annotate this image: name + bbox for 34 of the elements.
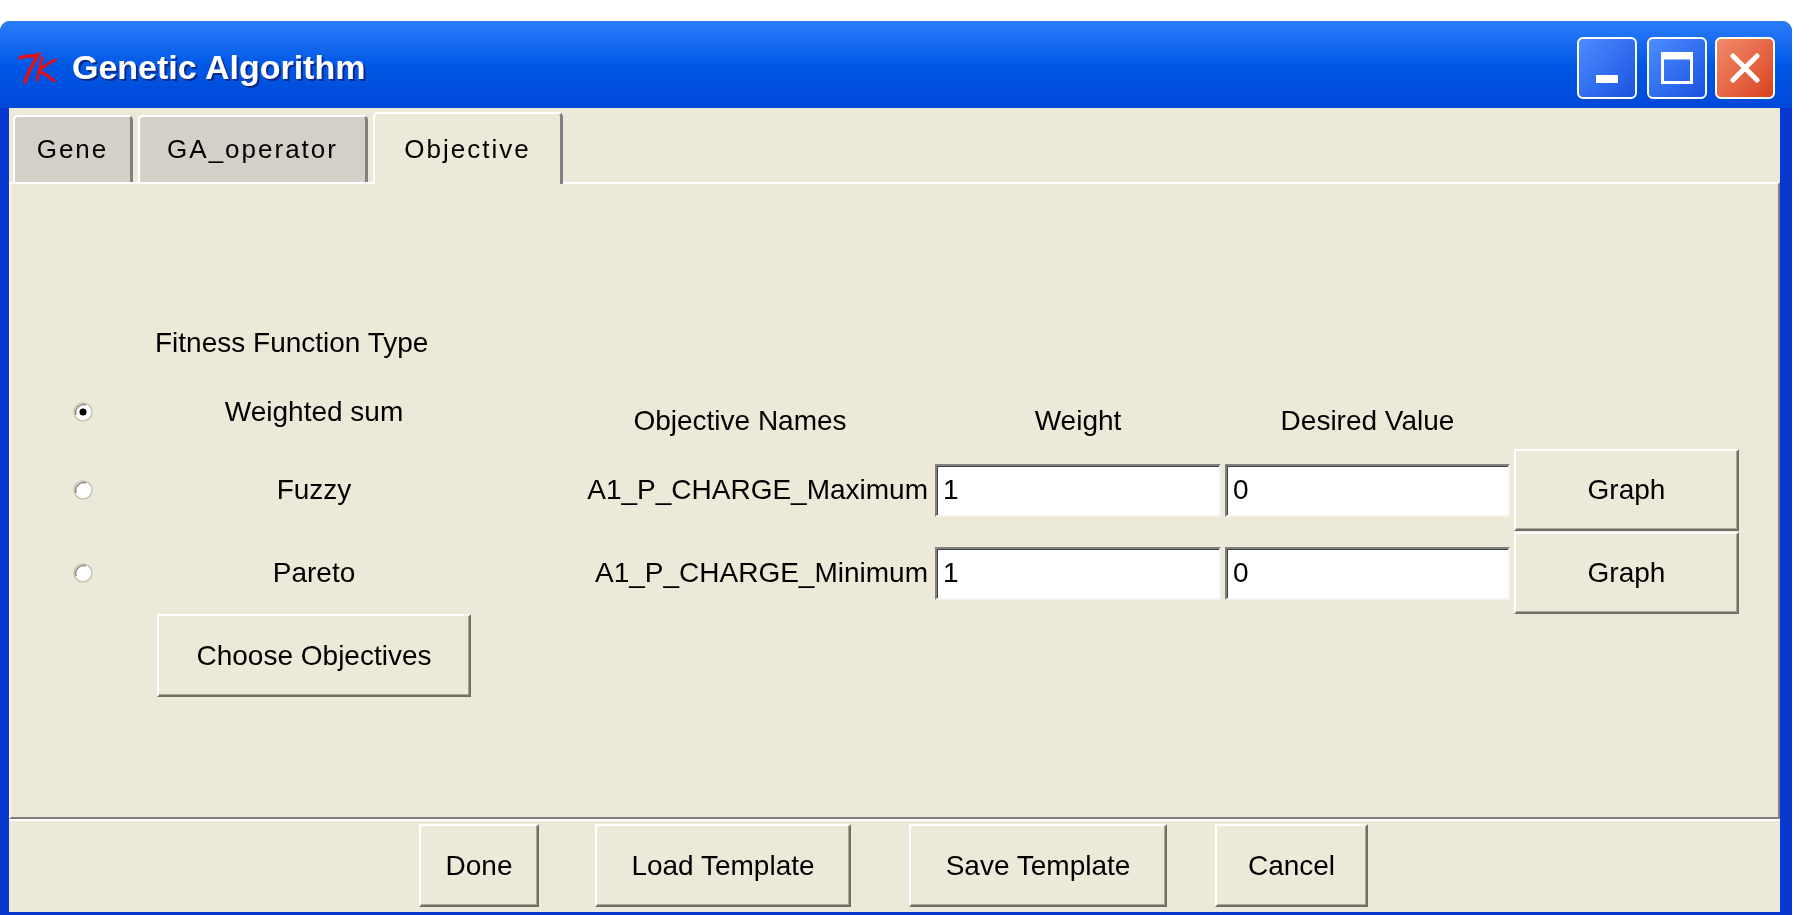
minimize-button[interactable] [1577, 36, 1637, 99]
option-label: Fuzzy [276, 473, 352, 507]
column-header: Objective Names [633, 404, 847, 438]
fitness-function-heading: Fitness Function Type [155, 326, 429, 360]
footer-button[interactable]: Done [419, 824, 539, 907]
radio-button[interactable] [73, 480, 93, 500]
graph-button[interactable]: Graph [1514, 449, 1739, 531]
column-header: Desired Value [1280, 404, 1455, 438]
footer-button[interactable]: Cancel [1215, 824, 1368, 907]
weight-field[interactable]: 1 [935, 463, 1221, 517]
desired-value-field[interactable]: 0 [1225, 463, 1510, 517]
option-label: Pareto [272, 556, 356, 590]
tab[interactable]: GA_operator [138, 115, 368, 182]
close-icon [1730, 52, 1760, 83]
app-logo-icon [18, 51, 58, 84]
weight-field[interactable]: 1 [935, 546, 1221, 600]
footer-button[interactable]: Save Template [909, 824, 1167, 907]
tab[interactable]: Objective [373, 112, 563, 184]
choose-objectives-button[interactable]: Choose Objectives [157, 614, 471, 697]
objective-name: A1_P_CHARGE_Minimum [595, 556, 928, 590]
footer-button[interactable]: Load Template [595, 824, 851, 907]
column-header: Weight [1034, 404, 1122, 438]
radio-button[interactable] [73, 563, 93, 583]
desired-value-field[interactable]: 0 [1225, 546, 1510, 600]
radio-button[interactable] [73, 402, 93, 422]
tab[interactable]: Gene [13, 115, 133, 182]
objective-name: A1_P_CHARGE_Maximum [587, 473, 928, 507]
window-title: Genetic Algorithm [72, 47, 366, 88]
maximize-icon [1661, 51, 1693, 84]
graph-button[interactable]: Graph [1514, 532, 1739, 614]
minimize-icon [1596, 74, 1618, 83]
maximize-button[interactable] [1647, 36, 1707, 99]
option-label: Weighted sum [224, 395, 404, 429]
close-button[interactable] [1715, 36, 1775, 99]
